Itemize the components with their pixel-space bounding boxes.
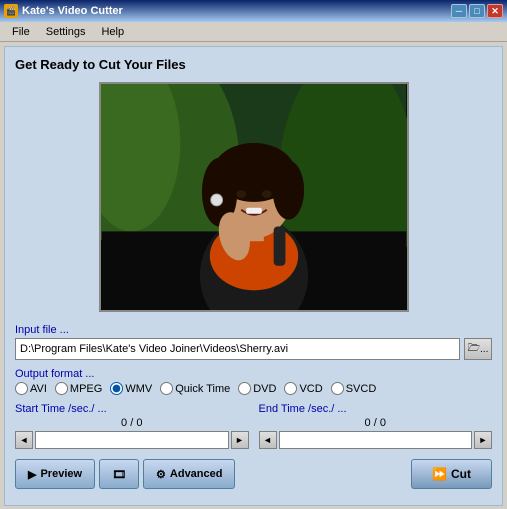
start-time-slider-row: ◄ ► (15, 431, 249, 449)
browse-label: ... (480, 344, 488, 355)
advanced-button[interactable]: ⚙ Advanced (143, 459, 235, 489)
end-time-right-btn[interactable]: ► (474, 431, 492, 449)
close-button[interactable]: ✕ (487, 4, 503, 18)
format-mpeg[interactable]: MPEG (55, 382, 102, 395)
preview-button[interactable]: ▶ Preview (15, 459, 95, 489)
start-time-value: 0 / 0 (15, 417, 249, 429)
format-svcd-radio[interactable] (331, 382, 344, 395)
format-avi-radio[interactable] (15, 382, 28, 395)
minimize-button[interactable]: ─ (451, 4, 467, 18)
start-time-label: Start Time /sec./ ... (15, 403, 249, 415)
preview-icon: ▶ (28, 468, 36, 481)
video-preview (99, 82, 409, 312)
end-time-left-btn[interactable]: ◄ (259, 431, 277, 449)
filmstrip-button[interactable]: 🎞 (99, 459, 139, 489)
button-row: ▶ Preview 🎞 ⚙ Advanced ⏩ Cut (15, 459, 492, 489)
input-file-row: 🗁 ... (15, 338, 492, 360)
cut-button[interactable]: ⏩ Cut (411, 459, 492, 489)
titlebar: 🎬 Kate's Video Cutter ─ □ ✕ (0, 0, 507, 22)
main-panel: Get Ready to Cut Your Files (4, 46, 503, 506)
format-wmv-radio[interactable] (110, 382, 123, 395)
preview-label: Preview (40, 468, 82, 480)
menu-help[interactable]: Help (93, 24, 132, 40)
end-time-slider-row: ◄ ► (259, 431, 493, 449)
format-mpeg-radio[interactable] (55, 382, 68, 395)
window-title: Kate's Video Cutter (22, 5, 123, 17)
end-time-panel: End Time /sec./ ... 0 / 0 ◄ ► (259, 403, 493, 449)
titlebar-buttons: ─ □ ✕ (451, 4, 503, 18)
browse-icon: 🗁 (468, 341, 480, 358)
time-section: Start Time /sec./ ... 0 / 0 ◄ ► End Time… (15, 403, 492, 449)
titlebar-left: 🎬 Kate's Video Cutter (4, 4, 123, 18)
menu-settings[interactable]: Settings (38, 24, 94, 40)
button-group-left: ▶ Preview 🎞 ⚙ Advanced (15, 459, 235, 489)
start-time-right-btn[interactable]: ► (231, 431, 249, 449)
cut-label: Cut (451, 467, 471, 481)
input-file-field[interactable] (15, 338, 460, 360)
start-time-slider[interactable] (35, 431, 229, 449)
menubar: File Settings Help (0, 22, 507, 42)
format-vcd-radio[interactable] (284, 382, 297, 395)
start-time-left-btn[interactable]: ◄ (15, 431, 33, 449)
end-time-label: End Time /sec./ ... (259, 403, 493, 415)
format-dvd-radio[interactable] (238, 382, 251, 395)
input-file-label: Input file ... (15, 324, 492, 336)
output-format-label: Output format ... (15, 368, 492, 380)
format-radio-group: AVI MPEG WMV Quick Time DVD VCD (15, 382, 492, 395)
format-vcd[interactable]: VCD (284, 382, 322, 395)
app-icon: 🎬 (4, 4, 18, 18)
end-time-value: 0 / 0 (259, 417, 493, 429)
format-svcd[interactable]: SVCD (331, 382, 377, 395)
output-format-section: Output format ... AVI MPEG WMV Quick Tim… (15, 368, 492, 395)
format-dvd[interactable]: DVD (238, 382, 276, 395)
menu-file[interactable]: File (4, 24, 38, 40)
end-time-slider[interactable] (279, 431, 473, 449)
format-quicktime[interactable]: Quick Time (160, 382, 230, 395)
cut-icon: ⏩ (432, 467, 447, 481)
page-title: Get Ready to Cut Your Files (15, 57, 492, 72)
browse-button[interactable]: 🗁 ... (464, 338, 492, 360)
format-quicktime-radio[interactable] (160, 382, 173, 395)
filmstrip-icon: 🎞 (112, 468, 126, 481)
advanced-label: Advanced (170, 468, 223, 480)
format-wmv[interactable]: WMV (110, 382, 152, 395)
input-file-section: Input file ... 🗁 ... (15, 324, 492, 360)
gear-icon: ⚙ (156, 468, 166, 481)
start-time-panel: Start Time /sec./ ... 0 / 0 ◄ ► (15, 403, 249, 449)
maximize-button[interactable]: □ (469, 4, 485, 18)
format-avi[interactable]: AVI (15, 382, 47, 395)
